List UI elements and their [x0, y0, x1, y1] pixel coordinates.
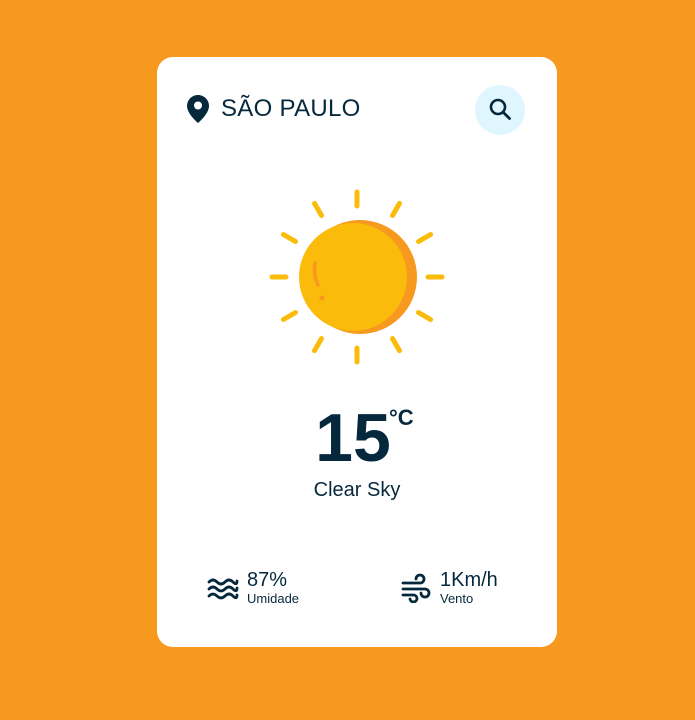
humidity-detail: 87% Umidade — [207, 565, 299, 611]
weather-description: Clear Sky — [313, 479, 401, 501]
waves-icon — [207, 573, 239, 603]
wind-text: 1Km/h Vento — [440, 569, 498, 607]
temperature-value: 15 — [315, 400, 391, 476]
city-name: SÃO PAULO — [221, 95, 361, 122]
humidity-label: Umidade — [247, 591, 300, 606]
humidity-value: 87% — [247, 569, 288, 591]
temperature: 15 °C — [157, 403, 557, 473]
location-header: SÃO PAULO — [187, 95, 361, 123]
humidity-text: 87% Umidade — [247, 569, 299, 607]
temperature-unit: °C — [389, 405, 414, 430]
wind-icon — [400, 573, 432, 604]
sun-icon — [265, 185, 449, 369]
map-pin-icon — [187, 95, 209, 123]
search-icon — [488, 97, 512, 124]
search-button[interactable] — [475, 85, 525, 135]
weather-card: SÃO PAULO 15 °C Clear Sky 87% Umidade 1K… — [157, 57, 557, 647]
wind-label: Vento — [440, 591, 474, 606]
wind-detail: 1Km/h Vento — [400, 565, 498, 611]
wind-value: 1Km/h — [440, 569, 498, 591]
